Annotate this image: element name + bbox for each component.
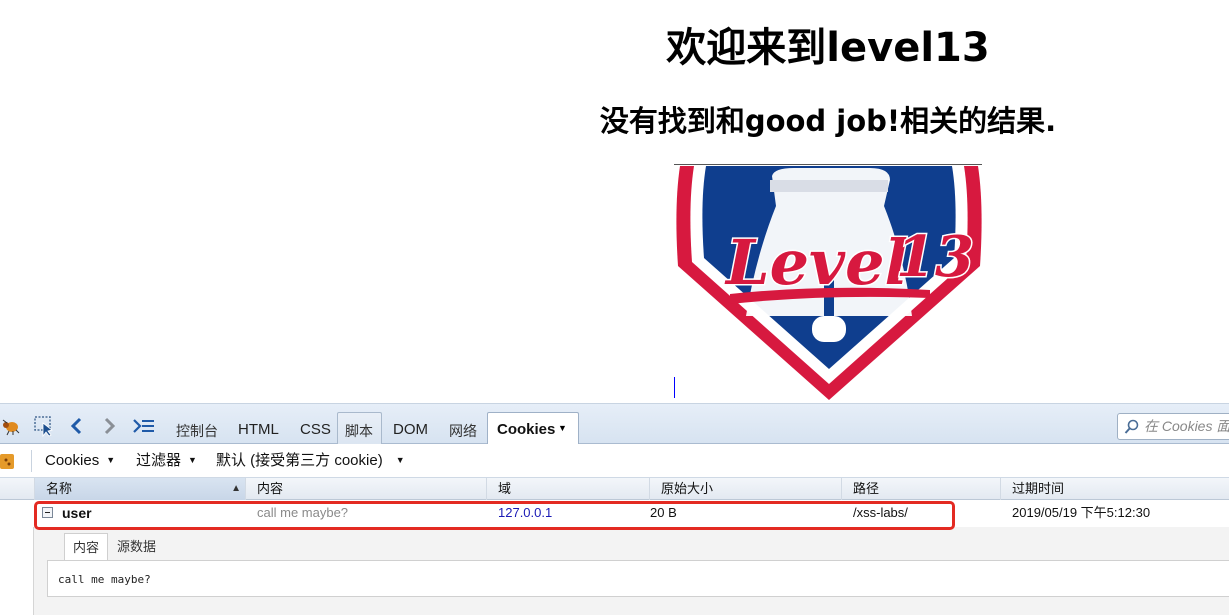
tab-net[interactable]: 网络 (449, 421, 477, 441)
chevron-down-icon: ▼ (188, 455, 197, 465)
column-name[interactable]: 名称 ▲ (34, 478, 245, 500)
tab-cookies-label: Cookies (497, 421, 556, 438)
sort-ascending-icon: ▲ (231, 483, 241, 494)
column-domain-label: 域 (498, 481, 512, 496)
default-policy-menu-button[interactable]: 默认 (接受第三方 cookie) ▼ (216, 452, 405, 471)
cookies-table-header: 名称 ▲ 内容 域 原始大小 路径 过期时间 (0, 478, 1229, 500)
level13-logo: Level 13 (674, 166, 984, 400)
cookies-menu-button[interactable]: Cookies ▼ (45, 452, 115, 471)
cookies-toolbar: Cookies ▼ 过滤器 ▼ 默认 (接受第三方 cookie) ▼ (0, 444, 1229, 478)
column-name-label: 名称 (46, 481, 73, 496)
chevron-down-icon: ▼ (395, 455, 405, 465)
default-policy-label: 默认 (接受第三方 cookie) (216, 452, 383, 469)
detail-tab-content[interactable]: 内容 (64, 533, 109, 561)
tab-console[interactable]: 控制台 (176, 421, 218, 441)
page-heading: 欢迎来到level13 (666, 25, 990, 71)
search-placeholder: 在 Cookies 面 (1144, 418, 1229, 434)
svg-text:13: 13 (896, 224, 974, 290)
column-path-label: 路径 (853, 481, 880, 496)
cookie-icon (0, 451, 16, 476)
cookie-detail-value: call me maybe? (47, 560, 1229, 597)
firebug-icon[interactable] (0, 415, 22, 437)
cookies-search-input[interactable]: 在 Cookies 面 (1117, 413, 1229, 440)
column-raw-size[interactable]: 原始大小 (649, 478, 841, 500)
search-icon (1124, 419, 1139, 434)
forward-arrow-icon[interactable] (98, 415, 120, 437)
column-content[interactable]: 内容 (245, 478, 486, 500)
filter-menu-label: 过滤器 (136, 452, 182, 469)
filter-menu-button[interactable]: 过滤器 ▼ (136, 452, 197, 471)
back-arrow-icon[interactable] (66, 415, 88, 437)
divider (674, 164, 982, 165)
search-result-text: 没有找到和good job!相关的结果. (599, 104, 1057, 138)
tab-dom[interactable]: DOM (393, 420, 428, 440)
cookie-detail-panel: 内容 源数据 call me maybe? (33, 527, 1229, 615)
cookie-expires: 2019/05/19 下午5:12:30 (1012, 505, 1151, 520)
svg-text:Level: Level (724, 226, 908, 299)
column-expires-label: 过期时间 (1012, 481, 1065, 496)
chevron-down-icon: ▼ (558, 423, 567, 433)
column-expires[interactable]: 过期时间 (1000, 478, 1229, 500)
text-caret (674, 377, 675, 398)
inspect-element-icon[interactable] (33, 415, 55, 437)
column-domain[interactable]: 域 (486, 478, 649, 500)
highlight-annotation (34, 501, 955, 530)
toolbar-separator (31, 450, 32, 472)
column-raw-size-label: 原始大小 (661, 481, 714, 496)
chevron-down-icon: ▼ (106, 455, 116, 465)
page-content: 欢迎来到level13 没有找到和good job!相关的结果. Level 1… (0, 0, 1229, 403)
cookies-menu-label: Cookies (45, 452, 100, 469)
column-content-label: 内容 (257, 481, 284, 496)
detail-tab-raw[interactable]: 源数据 (109, 533, 164, 561)
column-path[interactable]: 路径 (841, 478, 1000, 500)
tab-script[interactable]: 脚本 (345, 421, 373, 441)
tab-css[interactable]: CSS (300, 420, 331, 440)
command-line-icon[interactable] (132, 415, 156, 437)
tab-html[interactable]: HTML (238, 420, 279, 440)
devtools-tabbar: 控制台 HTML CSS 脚本 DOM 网络 Cookies ▼ 在 Cooki… (0, 403, 1229, 446)
tab-cookies[interactable]: Cookies ▼ (487, 412, 579, 446)
